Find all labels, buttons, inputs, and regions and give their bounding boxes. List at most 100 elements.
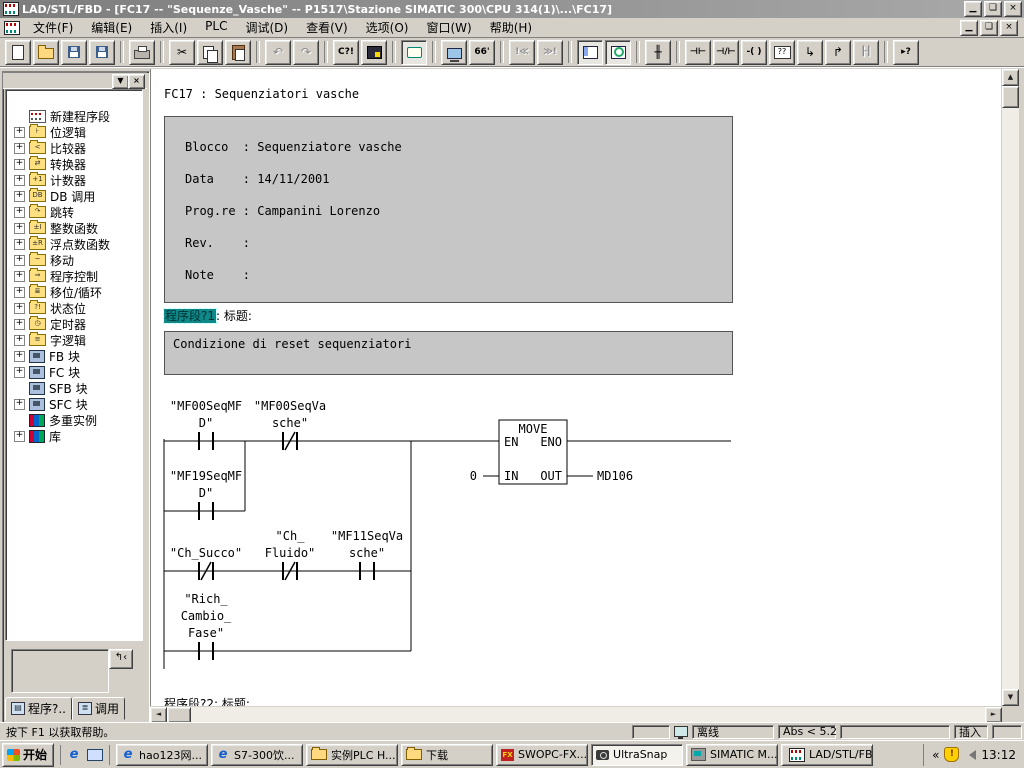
restore-button[interactable]: ❏ [984,1,1002,17]
sidebar-close-icon[interactable]: × [128,74,145,89]
tree-item-19[interactable]: 多重实例 [6,412,142,428]
ladder-contact[interactable]: "Ch_Fluido" [265,529,316,580]
expander-plus-icon[interactable]: + [14,223,25,234]
scroll-up-icon[interactable]: ▲ [1002,69,1019,86]
close-button[interactable]: × [1004,1,1022,17]
menu-item-6[interactable]: 选项(O) [357,17,418,38]
mail-quicklaunch-icon[interactable] [87,749,103,761]
expander-plus-icon[interactable]: + [14,367,25,378]
ladder-editor[interactable]: "MF00SeqMFD""MF00SeqVasche""MF19SeqMFD""… [150,69,1001,706]
menu-item-0[interactable]: 文件(F) [24,17,82,38]
horizontal-scroll-thumb[interactable] [167,707,191,723]
paste-button[interactable] [225,40,251,65]
expander-plus-icon[interactable]: + [14,175,25,186]
menu-item-4[interactable]: 调试(D) [236,17,297,38]
vertical-scroll-thumb[interactable] [1002,86,1019,108]
taskbar-button-0[interactable]: ehao123网... [116,744,208,766]
tree-item-16[interactable]: +FC 块 [6,364,142,380]
vertical-scrollbar[interactable]: ▲ ▼ [1002,69,1019,706]
taskbar-button-7[interactable]: LAD/STL/FB... [781,744,873,766]
tree-item-6[interactable]: +↷跳转 [6,204,142,220]
ladder-contact[interactable]: "MF19SeqMFD" [170,469,242,520]
taskbar-button-2[interactable]: 实例PLC H... [306,744,398,766]
expander-plus-icon[interactable]: + [14,271,25,282]
ladder-contact[interactable]: "MF00SeqMFD" [170,399,242,450]
tab-program-elements[interactable]: ▤ 程序?.. [5,697,72,720]
horizontal-scrollbar[interactable]: ◄ ► [150,707,1002,723]
open-branch-button[interactable]: ↳ [797,40,823,65]
ladder-contact[interactable]: "MF11SeqVasche" [331,529,403,580]
new-button[interactable] [5,40,31,65]
ladder-move-box[interactable]: MOVEENENOINOUT0MD106 [470,420,633,484]
symbol-toggle-button[interactable] [401,40,427,65]
accessible-nodes-button[interactable] [441,40,467,65]
save-button[interactable] [89,40,115,65]
expander-plus-icon[interactable]: + [14,319,25,330]
tree-item-0[interactable]: 新建程序段 [6,108,142,124]
tree-item-9[interactable]: +~移动 [6,252,142,268]
taskbar-button-4[interactable]: FXSWOPC-FX... [496,744,588,766]
expander-plus-icon[interactable]: + [14,351,25,362]
block-header-comment-box[interactable]: Blocco : Sequenziatore vasche Data : 14/… [164,116,733,303]
tree-item-11[interactable]: +≣移位/循环 [6,284,142,300]
expander-plus-icon[interactable]: + [14,159,25,170]
scroll-right-icon[interactable]: ► [985,707,1002,723]
scroll-down-icon[interactable]: ▼ [1002,689,1019,706]
child-close-button[interactable]: × [1000,20,1018,36]
tree-item-1[interactable]: +⊦位逻辑 [6,124,142,140]
monitor-glasses-button[interactable]: 66' [469,40,495,65]
menu-item-8[interactable]: 帮助(H) [481,17,541,38]
undo-button[interactable]: ↶ [265,40,291,65]
close-branch-button[interactable]: ↱ [825,40,851,65]
tree-item-14[interactable]: +≡字逻辑 [6,332,142,348]
taskbar-button-6[interactable]: SIMATIC M... [686,744,778,766]
ladder-contact[interactable]: "Ch_Succo" [170,546,242,580]
tree-item-3[interactable]: +⇄转换器 [6,156,142,172]
tree-item-15[interactable]: +FB 块 [6,348,142,364]
start-button[interactable]: 开始 [2,743,54,767]
tree-item-20[interactable]: +库 [6,428,142,444]
previous-error-button[interactable]: !≪ [509,40,535,65]
tree-item-7[interactable]: +±I整数函数 [6,220,142,236]
overview-toggle-button[interactable] [577,40,603,65]
scroll-left-icon[interactable]: ◄ [150,707,167,723]
save-as-button[interactable] [61,40,87,65]
goto-button[interactable]: C?! [333,40,359,65]
empty-box-button[interactable]: ?? [769,40,795,65]
detail-toggle-small-button[interactable]: ↰‹ [109,649,133,669]
expander-plus-icon[interactable]: + [14,191,25,202]
help-cursor-button[interactable]: ▸? [893,40,919,65]
menu-item-7[interactable]: 窗口(W) [417,17,480,38]
child-minimize-button[interactable]: ▁ [960,20,978,36]
expander-plus-icon[interactable]: + [14,399,25,410]
open-button[interactable] [33,40,59,65]
tree-item-12[interactable]: +?!状态位 [6,300,142,316]
security-shield-icon[interactable]: ! [944,747,959,762]
coil-button[interactable]: -( ) [741,40,767,65]
child-window-icon[interactable] [4,21,20,35]
tree-item-10[interactable]: +⇒程序控制 [6,268,142,284]
ladder-contact[interactable]: "Rich_Cambio_Fase" [181,592,232,660]
menu-item-1[interactable]: 编辑(E) [82,17,141,38]
menu-item-3[interactable]: PLC [196,17,236,38]
print-button[interactable] [129,40,155,65]
taskbar-button-3[interactable]: 下载 [401,744,493,766]
network-label[interactable]: 程序段?1 [164,309,216,323]
copy-button[interactable] [197,40,223,65]
taskbar-button-5[interactable]: UltraSnap [591,744,683,766]
tree-item-17[interactable]: SFB 块 [6,380,142,396]
taskbar-button-1[interactable]: eS7-300饮... [211,744,303,766]
child-restore-button[interactable]: ❏ [980,20,998,36]
menu-item-5[interactable]: 查看(V) [297,17,357,38]
expander-plus-icon[interactable]: + [14,127,25,138]
volume-icon[interactable] [964,750,976,760]
t-branch-button[interactable]: ┠┨ [853,40,879,65]
detail-toggle-button[interactable] [605,40,631,65]
expander-plus-icon[interactable]: + [14,287,25,298]
tab-call-structure[interactable]: ≣ 调用 [72,697,125,720]
tray-chevron-icon[interactable]: « [932,748,939,762]
download-button[interactable] [361,40,387,65]
expander-plus-icon[interactable]: + [14,207,25,218]
cut-button[interactable]: ✂ [169,40,195,65]
expander-plus-icon[interactable]: + [14,431,25,442]
